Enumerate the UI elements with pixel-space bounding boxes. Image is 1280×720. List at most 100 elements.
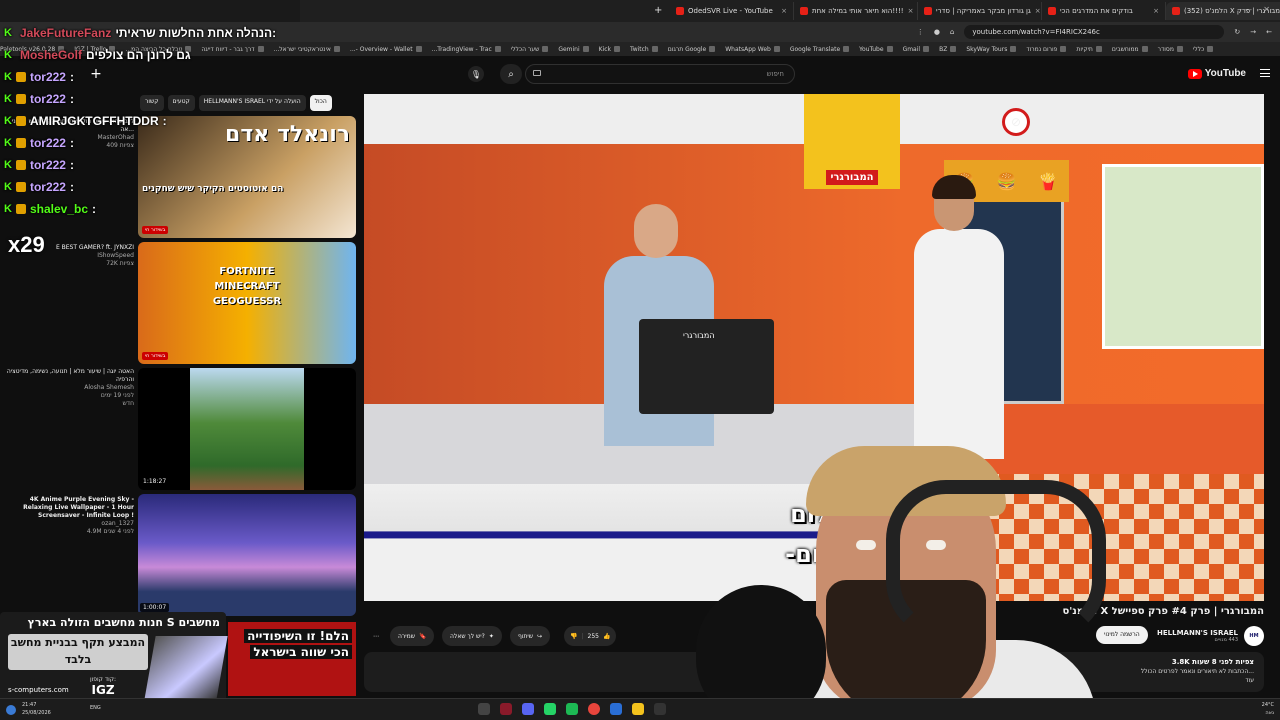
discord-icon[interactable] — [522, 703, 534, 715]
spotify-icon[interactable] — [566, 703, 578, 715]
back-icon[interactable]: ← — [1266, 28, 1272, 36]
ad-header: חנות מחשבים הזולה בארץ S מחשבים — [27, 616, 220, 629]
dislike-icon[interactable]: 👎 — [570, 633, 577, 640]
steam-icon[interactable] — [478, 703, 490, 715]
extensions-icon[interactable]: ⋮ — [917, 28, 924, 36]
search-icon[interactable]: ⌕ — [500, 64, 522, 84]
bookmark-item[interactable]: תיקיות — [1076, 46, 1102, 53]
youtube-favicon-icon — [800, 7, 808, 15]
forward-icon[interactable]: → — [1250, 28, 1256, 36]
youtube-favicon-icon — [924, 7, 932, 15]
bookmark-item[interactable]: מסודר — [1158, 46, 1183, 53]
minimize-window-icon[interactable]: — — [1244, 5, 1252, 14]
close-window-icon[interactable]: ✕ — [1263, 5, 1270, 14]
rec-thumbnail[interactable]: 1:00:07 — [138, 494, 356, 616]
browser-tab[interactable]: הוא תיאר אותי במילה אחת!!!! × — [794, 2, 918, 20]
bookmark-item[interactable]: Kick — [599, 46, 621, 53]
recommendation-4[interactable]: 4K Anime Purple Evening Sky - Relaxing L… — [0, 494, 356, 616]
bookmark-item[interactable]: שער הכללי — [511, 46, 549, 53]
youtube-logo[interactable]: YouTube — [1187, 68, 1246, 79]
browser-tab[interactable]: בודקים את המדרגים הכי × — [1042, 2, 1166, 20]
new-tab-button[interactable]: + — [654, 5, 662, 16]
bookmark-icon — [333, 46, 340, 52]
chat-text: : — [69, 136, 74, 150]
bookmark-item[interactable]: Twitch — [630, 46, 658, 53]
video-person-customer — [904, 175, 1004, 459]
share-button[interactable]: שיתוף ↪ — [510, 626, 551, 646]
chrome-icon[interactable] — [588, 703, 600, 715]
bookmark-item[interactable]: WhatsApp Web — [725, 46, 780, 53]
chat-message: Ktor222: — [0, 132, 175, 154]
bookmark-item[interactable]: YouTube — [859, 46, 893, 53]
mic-icon[interactable]: 🎙 — [468, 66, 484, 82]
rec-thumbnail[interactable]: 1:18:27 — [138, 368, 356, 490]
weather-widget[interactable]: 24°C נאה — [1262, 701, 1274, 717]
more-actions-button[interactable]: ⋯ — [366, 626, 386, 646]
chat-text: : — [69, 158, 74, 172]
recommendation-3[interactable]: האטה יוגה | שיעור מלא | תנועה, נשימה, מד… — [0, 368, 356, 490]
bookmark-item[interactable]: Overview - Wallet -... — [350, 46, 422, 53]
home-icon[interactable]: ⌂ — [950, 28, 954, 36]
keyboard-icon[interactable] — [533, 70, 541, 76]
language-indicator[interactable]: ENG — [90, 705, 101, 711]
sparkle-icon: ✦ — [488, 632, 494, 640]
kick-icon: K — [4, 137, 12, 149]
search-input[interactable]: חיפוש — [525, 64, 795, 84]
close-tab-icon[interactable]: × — [781, 7, 787, 15]
bookmark-icon — [415, 46, 422, 52]
bookmark-label: פורום נמרוד — [1026, 45, 1058, 53]
bookmark-label: אינטראקטיבי ישראל... — [273, 45, 331, 53]
ad2-line-2: הכי שווה בישראל — [250, 645, 352, 659]
taskbar-clock[interactable]: 21:47 25/08/2026 — [22, 701, 51, 717]
terminal-icon[interactable] — [654, 703, 666, 715]
close-tab-icon[interactable]: × — [1153, 7, 1159, 15]
browser-tab[interactable]: גן גורדון מבקר באמריקה | סדרי × — [918, 2, 1042, 20]
bookmark-icon — [1095, 46, 1102, 52]
channel-avatar[interactable]: HM — [1244, 626, 1264, 646]
channel-name[interactable]: HELLMANN'S ISRAEL — [1157, 629, 1238, 637]
profile-icon[interactable]: ● — [934, 28, 940, 36]
ask-button[interactable]: יש לך שאלה? ✦ — [442, 626, 502, 646]
bookmark-item[interactable]: Google תרגום — [668, 46, 716, 53]
bookmark-label: מסודר — [1157, 45, 1174, 53]
subscriber-badge-icon — [15, 204, 26, 214]
no-smoking-icon: ⊘ — [1002, 108, 1030, 136]
chip-uploaded-by[interactable]: הועלה על ידי HELLMANN'S ISRAEL — [198, 95, 306, 111]
bookmark-item[interactable]: כללי — [1193, 46, 1214, 53]
channel-info[interactable]: HM HELLMANN'S ISRAEL 443 מנויים — [1157, 626, 1264, 646]
bookmark-item[interactable]: אינטראקטיבי ישראל... — [274, 46, 340, 53]
like-icon[interactable]: 👍 — [603, 633, 610, 640]
start-icon[interactable] — [6, 705, 16, 715]
chat-text: : — [92, 202, 96, 216]
reload-icon[interactable]: ↻ — [1234, 28, 1240, 36]
folder-icon[interactable] — [632, 703, 644, 715]
close-tab-icon[interactable]: × — [908, 7, 914, 15]
bookmark-label: Overview - Wallet -... — [349, 45, 413, 53]
chat-text: הנהלה אחת החלשות שראיתי: — [115, 26, 277, 40]
bookmarks-bar: כללי מסודר ממוחשבים תיקיות פורום נמרוד SkyWay… — [0, 42, 1280, 56]
bookmark-item[interactable]: TradingView - Trac... — [432, 46, 501, 53]
app-icon[interactable] — [500, 703, 512, 715]
bookmark-item[interactable]: דרך גבר - דיווח דייגה — [201, 46, 264, 53]
bookmark-item[interactable]: Google Translate — [790, 46, 850, 53]
bookmark-item[interactable]: ממוחשבים — [1112, 46, 1148, 53]
like-count: 255 — [587, 632, 599, 640]
add-icon[interactable]: + — [88, 66, 104, 82]
menu-icon[interactable] — [1260, 69, 1270, 77]
whatsapp-icon[interactable] — [544, 703, 556, 715]
share-icon: ↪ — [537, 632, 543, 640]
bookmark-item[interactable]: פורום נמרוד — [1026, 45, 1067, 53]
bookmark-item[interactable]: BZ — [939, 46, 957, 53]
save-button[interactable]: שמירה 🔖 — [390, 626, 435, 646]
bookmark-item[interactable]: Gemini — [558, 46, 589, 53]
photos-icon[interactable] — [610, 703, 622, 715]
chip-all[interactable]: הכול — [309, 95, 332, 111]
bookmark-item[interactable]: Gmail — [903, 46, 930, 53]
browser-tab[interactable]: OdedSVR Live - YouTube × — [670, 2, 794, 20]
description-more[interactable]: עוד — [1245, 677, 1254, 684]
chat-username: shalev_bc — [29, 202, 88, 216]
close-tab-icon[interactable]: × — [1035, 7, 1041, 15]
stream-chat-overlay: K JakeFutureFanz הנהלה אחת החלשות שראיתי: K… — [0, 22, 276, 262]
bookmark-item[interactable]: SkyWay Tours — [966, 46, 1017, 53]
url-field[interactable]: youtube.com/watch?v=FI4RICX246c — [964, 25, 1225, 39]
